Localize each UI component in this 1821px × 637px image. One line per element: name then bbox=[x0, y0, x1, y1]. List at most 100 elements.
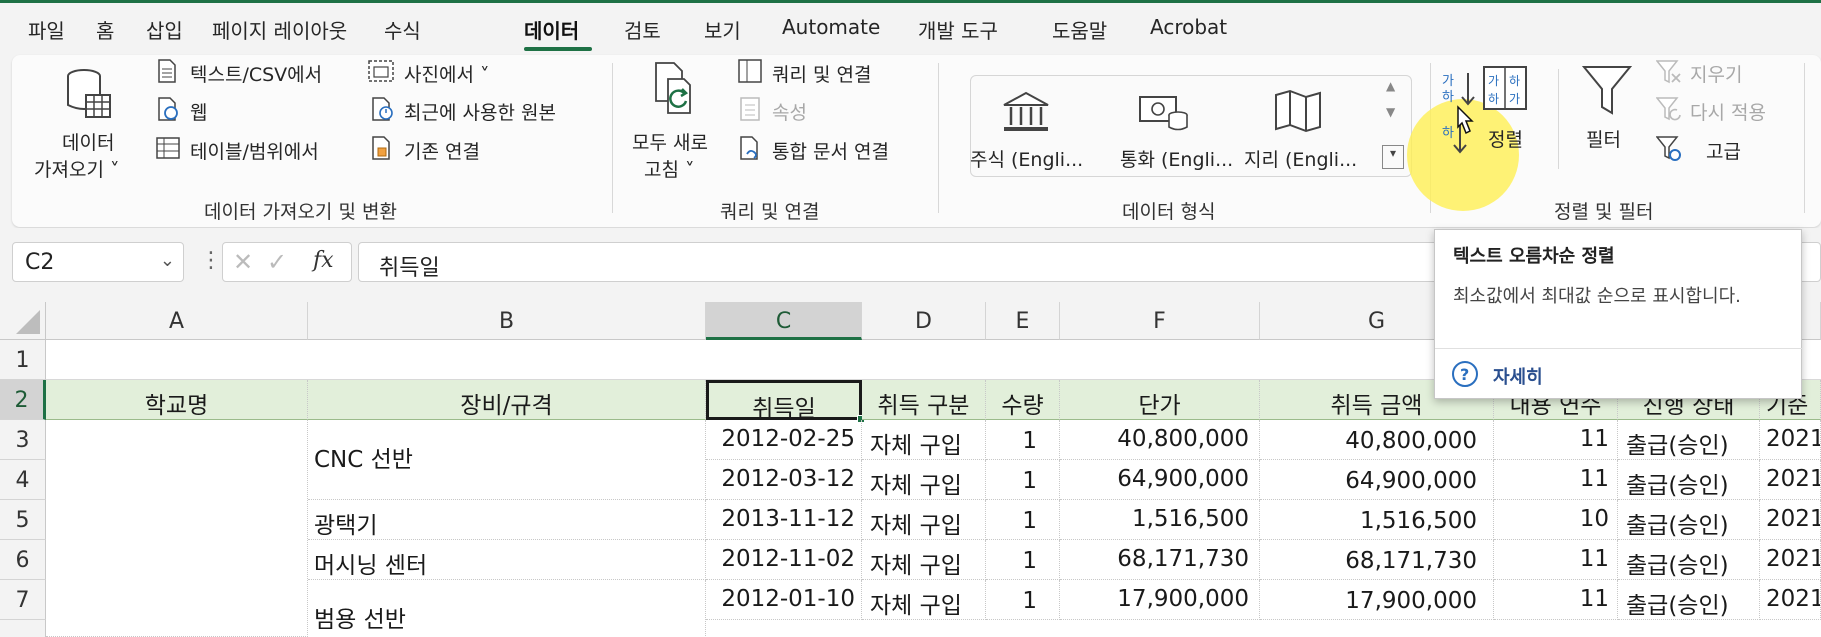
map-icon bbox=[1275, 89, 1321, 133]
tab-data[interactable]: 데이터 bbox=[524, 15, 579, 44]
base-cell[interactable]: 2021 bbox=[1760, 420, 1821, 460]
column-header-d[interactable]: D bbox=[862, 302, 986, 340]
column-header-b[interactable]: B bbox=[308, 302, 706, 340]
status-cell[interactable]: 출급(승인) bbox=[1618, 420, 1760, 460]
unit-price-cell[interactable]: 68,171,730 bbox=[1060, 540, 1260, 580]
quantity-cell[interactable]: 1 bbox=[986, 420, 1060, 460]
equipment-cell[interactable]: 범용 선반 bbox=[308, 580, 706, 637]
tab-review[interactable]: 검토 bbox=[624, 15, 661, 44]
quantity-cell[interactable]: 1 bbox=[986, 580, 1060, 620]
type-cell[interactable]: 자체 구입 bbox=[862, 460, 986, 500]
amount-cell[interactable]: 40,800,000 bbox=[1260, 420, 1494, 460]
tooltip-title: 텍스트 오름차순 정렬 bbox=[1453, 246, 1615, 267]
school-name-cell[interactable] bbox=[46, 420, 308, 637]
base-cell[interactable]: 2021 bbox=[1760, 540, 1821, 580]
chevron-down-icon[interactable]: ⌄ bbox=[160, 250, 175, 271]
tab-page-layout[interactable]: 페이지 레이아웃 bbox=[212, 15, 347, 44]
header-cell-school[interactable]: 학교명 bbox=[46, 380, 308, 420]
date-cell[interactable]: 2012-11-02 bbox=[706, 540, 862, 580]
column-header-a[interactable]: A bbox=[46, 302, 308, 340]
name-box[interactable]: C2 ⌄ bbox=[12, 242, 184, 282]
ribbon: 데이터 가져오기 ˅ 텍스트/CSV에서 웹 테이블/범위에서 사진에서 ˅ 최… bbox=[12, 55, 1821, 227]
useful-life-cell[interactable]: 11 bbox=[1494, 460, 1618, 500]
amount-cell[interactable]: 68,171,730 bbox=[1260, 540, 1494, 580]
status-cell[interactable]: 출급(승인) bbox=[1618, 540, 1760, 580]
group-label-data-types: 데이터 형식 bbox=[1122, 201, 1216, 223]
unit-price-cell[interactable]: 17,900,000 bbox=[1060, 580, 1260, 620]
useful-life-cell[interactable]: 11 bbox=[1494, 540, 1618, 580]
help-icon[interactable]: ? bbox=[1451, 360, 1479, 388]
row-header-1[interactable]: 1 bbox=[0, 340, 46, 380]
tell-me-more-link[interactable]: 자세히 bbox=[1493, 363, 1543, 389]
amount-cell[interactable]: 64,900,000 bbox=[1260, 460, 1494, 500]
tab-file[interactable]: 파일 bbox=[28, 15, 65, 44]
gallery-more-icon[interactable]: ▾ bbox=[1382, 145, 1404, 169]
useful-life-cell[interactable]: 10 bbox=[1494, 500, 1618, 540]
column-header-f[interactable]: F bbox=[1060, 302, 1260, 340]
type-cell[interactable]: 자체 구입 bbox=[862, 420, 986, 460]
tab-automate[interactable]: Automate bbox=[782, 15, 880, 39]
header-cell-acquisition-type[interactable]: 취득 구분 bbox=[862, 380, 986, 420]
unit-price-cell[interactable]: 40,800,000 bbox=[1060, 420, 1260, 460]
active-tab-indicator bbox=[524, 47, 592, 51]
date-cell[interactable]: 2012-03-12 bbox=[706, 460, 862, 500]
type-cell[interactable]: 자체 구입 bbox=[862, 540, 986, 580]
row-header-3[interactable]: 3 bbox=[0, 420, 46, 460]
status-cell[interactable]: 출급(승인) bbox=[1618, 500, 1760, 540]
quantity-cell[interactable]: 1 bbox=[986, 460, 1060, 500]
useful-life-cell[interactable]: 11 bbox=[1494, 420, 1618, 460]
useful-life-cell[interactable]: 11 bbox=[1494, 580, 1618, 620]
gallery-scroll-down-icon[interactable]: ▼ bbox=[1386, 105, 1395, 119]
header-cell-quantity[interactable]: 수량 bbox=[986, 380, 1060, 420]
header-cell-acquired-date[interactable]: 취득일 bbox=[706, 380, 862, 420]
group-label-get-data: 데이터 가져오기 및 변환 bbox=[204, 201, 397, 223]
equipment-cell[interactable]: 머시닝 센터 bbox=[308, 540, 706, 580]
quantity-cell[interactable]: 1 bbox=[986, 500, 1060, 540]
header-cell-equipment[interactable]: 장비/규격 bbox=[308, 380, 706, 420]
quantity-cell[interactable]: 1 bbox=[986, 540, 1060, 580]
unit-price-cell[interactable]: 1,516,500 bbox=[1060, 500, 1260, 540]
type-cell[interactable]: 자체 구입 bbox=[862, 580, 986, 620]
tab-home[interactable]: 홈 bbox=[96, 15, 114, 44]
row-header-4[interactable]: 4 bbox=[0, 460, 46, 500]
insert-function-icon[interactable]: fx bbox=[313, 248, 334, 273]
date-cell[interactable]: 2013-11-12 bbox=[706, 500, 862, 540]
status-cell[interactable]: 출급(승인) bbox=[1618, 580, 1760, 620]
type-cell[interactable]: 자체 구입 bbox=[862, 500, 986, 540]
row-header-8[interactable] bbox=[0, 620, 46, 637]
header-cell-unit-price[interactable]: 단가 bbox=[1060, 380, 1260, 420]
tab-view[interactable]: 보기 bbox=[704, 15, 741, 44]
tab-help[interactable]: 도움말 bbox=[1052, 15, 1107, 44]
tab-insert[interactable]: 삽입 bbox=[146, 15, 183, 44]
amount-cell[interactable]: 17,900,000 bbox=[1260, 580, 1494, 620]
column-header-c[interactable]: C bbox=[706, 302, 862, 340]
date-cell[interactable]: 2012-01-10 bbox=[706, 580, 862, 620]
equipment-cell[interactable]: CNC 선반 bbox=[308, 420, 706, 500]
row-header-7[interactable]: 7 bbox=[0, 580, 46, 620]
svg-text:가: 가 bbox=[1488, 74, 1499, 88]
base-cell[interactable]: 2021 bbox=[1760, 500, 1821, 540]
row-header-2[interactable]: 2 bbox=[0, 380, 46, 420]
base-cell[interactable]: 2021 bbox=[1760, 580, 1821, 620]
gallery-scroll-up-icon[interactable]: ▲ bbox=[1386, 79, 1395, 93]
status-cell[interactable]: 출급(승인) bbox=[1618, 460, 1760, 500]
equipment-cell[interactable]: 광택기 bbox=[308, 500, 706, 540]
enter-icon: ✓ bbox=[267, 248, 288, 276]
row-header-5[interactable]: 5 bbox=[0, 500, 46, 540]
name-box-value: C2 bbox=[25, 250, 55, 275]
tab-formulas[interactable]: 수식 bbox=[384, 15, 421, 44]
row-header-6[interactable]: 6 bbox=[0, 540, 46, 580]
more-options-icon[interactable]: ⋮ bbox=[200, 248, 222, 273]
currency-icon bbox=[1139, 96, 1188, 131]
group-label-queries: 쿼리 및 연결 bbox=[720, 201, 820, 223]
base-cell[interactable]: 2021 bbox=[1760, 460, 1821, 500]
date-cell[interactable]: 2012-02-25 bbox=[706, 420, 862, 460]
currencies-label: 통화 (Engli... bbox=[1120, 149, 1234, 171]
unit-price-cell[interactable]: 64,900,000 bbox=[1060, 460, 1260, 500]
column-header-e[interactable]: E bbox=[986, 302, 1060, 340]
tab-developer[interactable]: 개발 도구 bbox=[918, 15, 998, 44]
amount-cell[interactable]: 1,516,500 bbox=[1260, 500, 1494, 540]
tab-acrobat[interactable]: Acrobat bbox=[1150, 15, 1227, 39]
select-all-corner[interactable] bbox=[0, 302, 46, 340]
svg-text:하: 하 bbox=[1488, 92, 1499, 106]
